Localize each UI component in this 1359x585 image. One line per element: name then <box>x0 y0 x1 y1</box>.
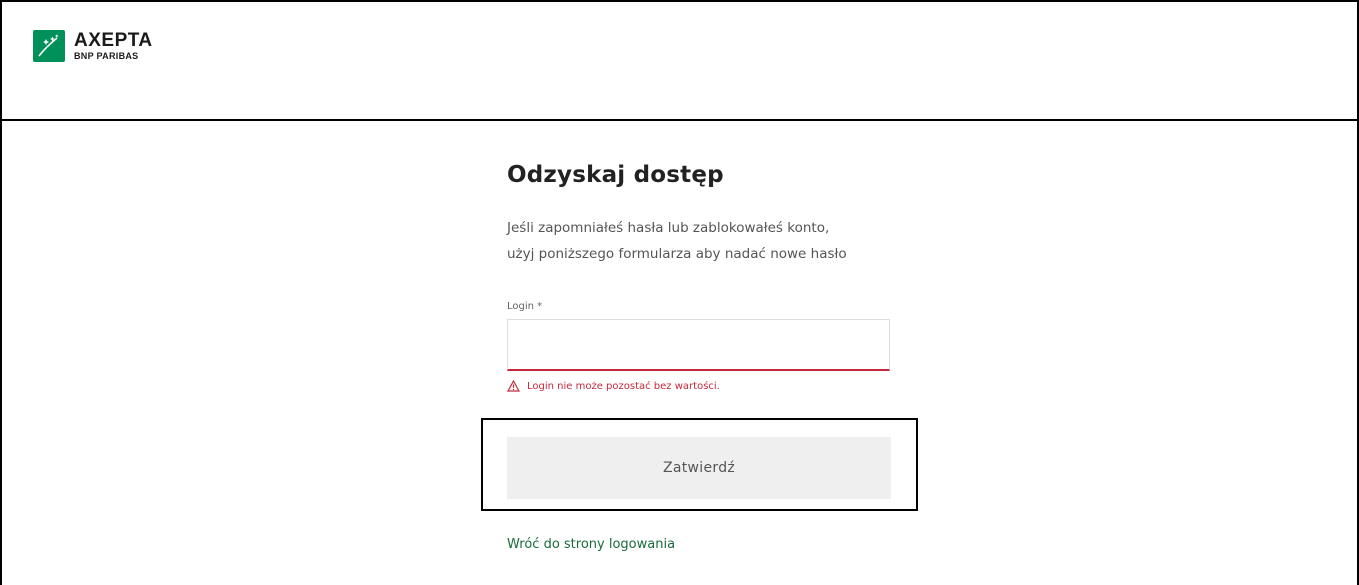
warning-icon <box>507 380 520 392</box>
login-input[interactable] <box>507 319 890 371</box>
login-error-text: Login nie może pozostać bez wartości. <box>527 380 720 392</box>
brand-logo[interactable]: AXEPTA BNP PARIBAS <box>33 30 153 62</box>
description-line-1: Jeśli zapomniałeś hasła lub zablokowałeś… <box>507 220 830 236</box>
recovery-form: Odzyskaj dostęp Jeśli zapomniałeś hasła … <box>507 160 927 392</box>
page-title: Odzyskaj dostęp <box>507 162 724 188</box>
brand-subtitle: BNP PARIBAS <box>74 51 139 61</box>
login-error: Login nie może pozostać bez wartości. <box>507 380 720 392</box>
header: AXEPTA BNP PARIBAS <box>0 0 1359 121</box>
submit-highlight-box: Zatwierdź <box>481 418 918 511</box>
bnp-stars-icon <box>33 30 65 62</box>
back-to-login-link[interactable]: Wróć do strony logowania <box>507 537 675 552</box>
description-line-2: użyj poniższego formularza aby nadać now… <box>507 246 847 262</box>
brand-name: AXEPTA <box>74 30 153 51</box>
form-description: Jeśli zapomniałeś hasła lub zablokowałeś… <box>507 215 927 267</box>
login-label: Login * <box>507 301 543 312</box>
submit-button[interactable]: Zatwierdź <box>507 437 891 499</box>
